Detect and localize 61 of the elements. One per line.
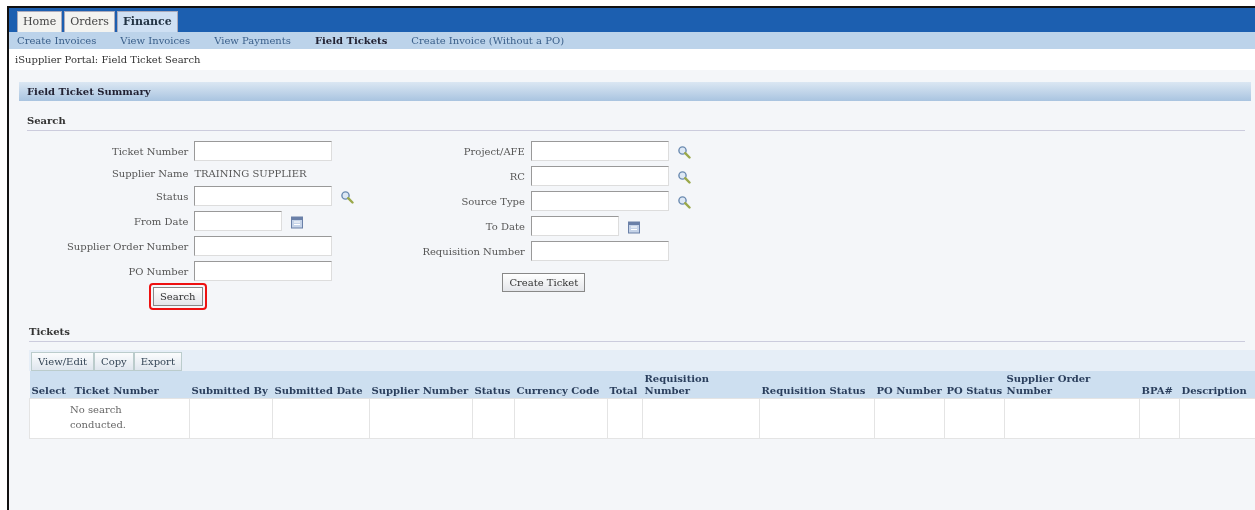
input-field[interactable] xyxy=(530,166,669,186)
column-header: Ticket Number xyxy=(72,371,190,399)
field-label: Supplier Name xyxy=(110,167,189,181)
column-header: Currency Code xyxy=(514,371,608,399)
field-label: Requisition Number xyxy=(422,244,525,259)
breadcrumb: iSupplier Portal: Field Ticket Search xyxy=(15,54,201,65)
column-header: Total xyxy=(607,371,643,399)
column-header: PO Number xyxy=(874,371,945,399)
tab[interactable]: Finance xyxy=(116,10,178,32)
field-label: From Date xyxy=(133,214,189,229)
empty-message: No search conducted. xyxy=(70,404,127,430)
subtab-link[interactable]: View Invoices xyxy=(116,33,203,48)
input-field[interactable] xyxy=(194,186,333,206)
tab[interactable]: Home xyxy=(17,10,63,32)
field-value: TRAINING SUPPLIER xyxy=(194,167,307,181)
create-ticket-button[interactable]: Create Ticket xyxy=(502,273,586,292)
field-label: RC xyxy=(508,169,525,184)
section-title: Search xyxy=(27,113,1245,131)
column-header: Submitted Date xyxy=(272,371,370,399)
input-field[interactable] xyxy=(194,236,333,256)
field-label: Ticket Number xyxy=(111,144,189,159)
calendar-icon[interactable] xyxy=(290,214,305,228)
field-label: Project/AFE xyxy=(462,144,525,159)
search-icon[interactable] xyxy=(676,169,691,183)
toolbar-button[interactable]: Copy xyxy=(94,352,134,371)
search-icon[interactable] xyxy=(676,144,691,158)
input-field[interactable] xyxy=(194,261,333,281)
subtab-link[interactable]: Field Tickets xyxy=(310,33,400,48)
subtab-link[interactable]: Create Invoices xyxy=(13,33,109,48)
subtab-link[interactable]: View Payments xyxy=(210,33,303,48)
search-button[interactable]: Search xyxy=(153,287,203,306)
date-field[interactable] xyxy=(530,216,619,236)
search-icon[interactable] xyxy=(340,189,355,203)
section-title: Tickets xyxy=(29,324,1245,342)
input-field[interactable] xyxy=(194,141,333,161)
input-field[interactable] xyxy=(530,141,669,161)
field-label: Supplier Order Number xyxy=(67,239,189,254)
column-header: Select xyxy=(29,371,73,399)
field-label: To Date xyxy=(484,219,525,234)
search-icon[interactable] xyxy=(676,194,691,208)
column-header: Description xyxy=(1179,371,1255,399)
field-label: PO Number xyxy=(127,264,189,279)
subtab-link[interactable]: Create Invoice (Without a PO) xyxy=(407,33,577,48)
toolbar-button[interactable]: Export xyxy=(133,352,182,371)
column-header: Supplier Order Number xyxy=(1004,371,1140,399)
column-header: Requisition Status xyxy=(759,371,875,399)
input-field[interactable] xyxy=(530,191,669,211)
column-header: Requisition Number xyxy=(642,371,760,399)
toolbar-button[interactable]: View/Edit xyxy=(31,352,94,371)
section-header: Field Ticket Summary xyxy=(19,82,1251,101)
date-field[interactable] xyxy=(194,211,283,231)
column-header: PO Status xyxy=(944,371,1005,399)
field-label: Source Type xyxy=(460,194,525,209)
column-header: Submitted By xyxy=(189,371,273,399)
tab[interactable]: Orders xyxy=(64,10,115,32)
column-header: Supplier Number xyxy=(369,371,473,399)
calendar-icon[interactable] xyxy=(626,219,641,233)
column-header: BPA# xyxy=(1139,371,1180,399)
field-label: Status xyxy=(155,189,189,204)
column-header: Status xyxy=(472,371,515,399)
input-field[interactable] xyxy=(530,241,669,261)
